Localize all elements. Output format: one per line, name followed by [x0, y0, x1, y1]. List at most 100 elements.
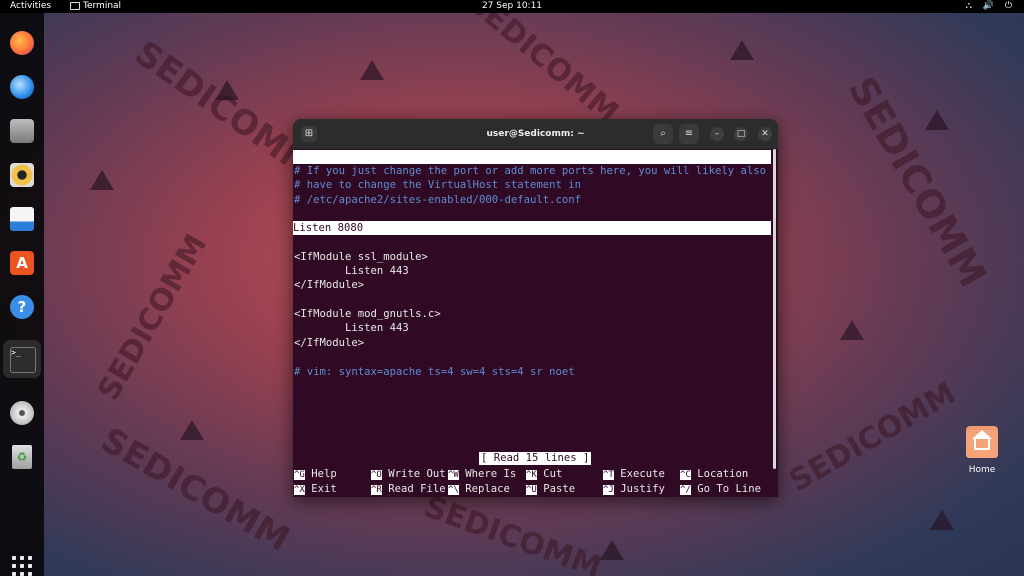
shortcut-replace[interactable]: ^\ Replace: [448, 482, 510, 496]
dock-writer[interactable]: [7, 204, 37, 234]
shortcut-location[interactable]: ^C Location: [680, 467, 748, 481]
watermark-text: SEDICOMM: [91, 228, 215, 407]
app-menu-label: Terminal: [83, 1, 122, 11]
shortcut-label: Cut: [543, 468, 563, 480]
shortcut-go-to-line[interactable]: ^/ Go To Line: [680, 482, 761, 496]
shortcut-label: Go To Line: [697, 483, 762, 495]
trash-icon: ♻: [12, 445, 32, 469]
shortcut-label: Location: [697, 468, 749, 480]
new-tab-icon[interactable]: ⊞: [301, 126, 317, 142]
shortcut-read-file[interactable]: ^R Read File: [371, 482, 446, 496]
editor-line[interactable]: # have to change the VirtualHost stateme…: [294, 178, 581, 192]
shortcut-label: Read File: [388, 483, 446, 495]
watermark-logo: [930, 510, 954, 530]
watermark-text: SEDICOMM: [94, 420, 297, 560]
watermark-logo: [215, 80, 239, 100]
watermark-logo: [730, 40, 754, 60]
hamburger-menu-icon[interactable]: ≡: [679, 124, 699, 144]
terminal-content[interactable]: GNU nano 6.2 /etc/apache2/ports.conf * #…: [293, 149, 778, 497]
editor-line[interactable]: <IfModule mod_gnutls.c>: [294, 307, 441, 321]
help-icon: ?: [10, 295, 34, 319]
system-tray[interactable]: ⛬ 🔊 ⏻: [966, 0, 1016, 13]
shortcut-label: Exit: [311, 483, 337, 495]
dock-rhythmbox[interactable]: [7, 160, 37, 190]
shortcut-key: ^W: [448, 470, 459, 480]
window-titlebar[interactable]: ⊞ user@Sedicomm: ~ ⌕ ≡ – □ ✕: [293, 119, 778, 149]
close-icon[interactable]: ✕: [758, 127, 772, 141]
shortcut-label: Where Is: [465, 468, 517, 480]
watermark-logo: [925, 110, 949, 130]
terminal-window[interactable]: ⊞ user@Sedicomm: ~ ⌕ ≡ – □ ✕ GNU nano 6.…: [293, 119, 778, 497]
terminal-icon: [70, 1, 80, 10]
watermark-logo: [180, 420, 204, 440]
show-apps-grid-icon[interactable]: [12, 556, 32, 576]
editor-line[interactable]: # vim: syntax=apache ts=4 sw=4 sts=4 sr …: [294, 365, 575, 379]
activities-button[interactable]: Activities: [10, 0, 51, 13]
editor-line[interactable]: # /etc/apache2/sites-enabled/000-default…: [294, 193, 581, 207]
dock-terminal[interactable]: >_: [3, 340, 41, 378]
shortcut-execute[interactable]: ^T Execute: [603, 467, 665, 481]
dock-thunderbird[interactable]: [7, 72, 37, 102]
disc-icon: [10, 401, 34, 425]
shortcut-cut[interactable]: ^K Cut: [526, 467, 562, 481]
dock: A ? >_ ♻: [0, 13, 44, 576]
shortcut-key: ^G: [294, 470, 305, 480]
dock-app-center[interactable]: A: [7, 248, 37, 278]
shortcut-exit[interactable]: ^X Exit: [294, 482, 337, 496]
scrollbar-thumb[interactable]: [773, 149, 776, 469]
watermark-logo: [360, 60, 384, 80]
editor-line[interactable]: Listen 443: [294, 321, 409, 335]
watermark-text: SEDICOMM: [460, 0, 625, 131]
editor-line[interactable]: <IfModule ssl_module>: [294, 250, 428, 264]
shortcut-key: ^C: [680, 470, 691, 480]
shortcut-help[interactable]: ^G Help: [294, 467, 337, 481]
clock-container: 27 Sep 10:11: [0, 0, 1024, 13]
shortcut-key: ^J: [603, 485, 614, 495]
shortcut-key: ^T: [603, 470, 614, 480]
terminal-icon: >_: [10, 347, 36, 373]
maximize-icon[interactable]: □: [734, 127, 748, 141]
dock-firefox[interactable]: [7, 28, 37, 58]
editor-line[interactable]: </IfModule>: [294, 278, 364, 292]
shortcut-paste[interactable]: ^U Paste: [526, 482, 575, 496]
top-bar: Activities Terminal 27 Sep 10:11 ⛬ 🔊 ⏻: [0, 0, 1024, 13]
editor-line-cursor[interactable]: Listen 8080: [293, 221, 771, 235]
watermark-logo: [840, 320, 864, 340]
watermark-text: SEDICOMM: [419, 489, 606, 576]
shortcut-write-out[interactable]: ^O Write Out: [371, 467, 446, 481]
shortcut-key: ^R: [371, 485, 382, 495]
house-roof-icon: [972, 430, 992, 439]
clock[interactable]: 27 Sep 10:11: [482, 1, 542, 11]
dock-files[interactable]: [7, 116, 37, 146]
editor-line[interactable]: </IfModule>: [294, 336, 364, 350]
shortcut-where-is[interactable]: ^W Where Is: [448, 467, 516, 481]
rhythmbox-icon: [10, 163, 34, 187]
home-folder-icon[interactable]: [963, 424, 1001, 462]
house-icon: [974, 438, 990, 450]
dock-trash[interactable]: ♻: [7, 442, 37, 472]
watermark-logo: [90, 170, 114, 190]
shortcut-key: ^K: [526, 470, 537, 480]
watermark-text: SEDICOMM: [783, 375, 962, 500]
dock-help[interactable]: ?: [7, 292, 37, 322]
terminal-scrollbar[interactable]: [771, 149, 778, 497]
editor-line[interactable]: # If you just change the port or add mor…: [294, 164, 766, 178]
shortcut-key: ^O: [371, 470, 382, 480]
shortcut-label: Execute: [620, 468, 665, 480]
nano-header: GNU nano 6.2 /etc/apache2/ports.conf *: [293, 150, 771, 191]
shortcut-key: ^X: [294, 485, 305, 495]
search-icon[interactable]: ⌕: [653, 124, 673, 144]
dock-disc[interactable]: [7, 398, 37, 428]
app-menu-terminal[interactable]: Terminal: [70, 0, 121, 13]
libreoffice-writer-icon: [10, 207, 34, 231]
shortcut-label: Paste: [543, 483, 576, 495]
shortcut-justify[interactable]: ^J Justify: [603, 482, 665, 496]
editor-line[interactable]: Listen 443: [294, 264, 409, 278]
shortcut-label: Help: [311, 468, 337, 480]
shortcut-key: ^U: [526, 485, 537, 495]
watermark-logo: [600, 540, 624, 560]
shortcut-key: ^\: [448, 485, 459, 495]
firefox-icon: [10, 31, 34, 55]
minimize-icon[interactable]: –: [710, 127, 724, 141]
files-icon: [10, 119, 34, 143]
